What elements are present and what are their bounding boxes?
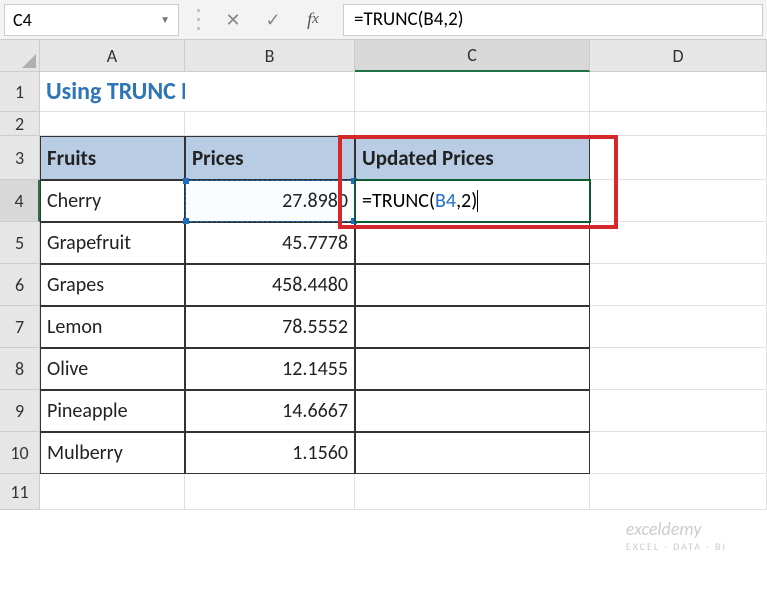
enter-icon[interactable]: ✓ <box>253 9 293 31</box>
cell-c4-active[interactable]: =TRUNC(B4,2) <box>355 180 590 222</box>
cell-c10[interactable] <box>355 432 590 474</box>
cell-d7[interactable] <box>590 306 767 348</box>
cell-d8[interactable] <box>590 348 767 390</box>
row-header-5[interactable]: 5 <box>0 222 40 264</box>
chevron-down-icon[interactable]: ▼ <box>160 13 170 26</box>
cell-a2[interactable] <box>40 112 185 136</box>
row-header-10[interactable]: 10 <box>0 432 40 474</box>
name-box[interactable]: C4 ▼ <box>4 4 179 36</box>
cell-d2[interactable] <box>590 112 767 136</box>
separator-dots-icon <box>197 6 203 34</box>
row-header-6[interactable]: 6 <box>0 264 40 306</box>
cell-d4[interactable] <box>590 180 767 222</box>
watermark: exceldemy EXCEL · DATA · BI <box>626 518 727 553</box>
cell-d5[interactable] <box>590 222 767 264</box>
cell-d11[interactable] <box>590 474 767 510</box>
header-fruits[interactable]: Fruits <box>40 136 185 180</box>
cell-price-5[interactable]: 14.6667 <box>185 390 355 432</box>
row-header-11[interactable]: 11 <box>0 474 40 510</box>
cell-price-6[interactable]: 1.1560 <box>185 432 355 474</box>
col-header-d[interactable]: D <box>590 40 767 72</box>
cell-c5[interactable] <box>355 222 590 264</box>
cell-d10[interactable] <box>590 432 767 474</box>
select-all-corner[interactable] <box>0 40 40 72</box>
cell-fruit-0[interactable]: Cherry <box>40 180 185 222</box>
cancel-icon[interactable]: ✕ <box>213 9 253 31</box>
cell-price-0-referenced[interactable]: 27.8980 <box>185 180 355 222</box>
cell-d3[interactable] <box>590 136 767 180</box>
cell-price-2[interactable]: 458.4480 <box>185 264 355 306</box>
cell-fruit-3[interactable]: Lemon <box>40 306 185 348</box>
cell-b11[interactable] <box>185 474 355 510</box>
row-header-3[interactable]: 3 <box>0 136 40 180</box>
cell-fruit-6[interactable]: Mulberry <box>40 432 185 474</box>
cell-d6[interactable] <box>590 264 767 306</box>
row-header-4[interactable]: 4 <box>0 180 40 222</box>
formula-text: =TRUNC(B4,2) <box>354 8 463 31</box>
fx-icon[interactable]: fx <box>293 9 333 30</box>
col-header-a[interactable]: A <box>40 40 185 72</box>
cell-fruit-2[interactable]: Grapes <box>40 264 185 306</box>
cell-d1[interactable] <box>590 72 767 112</box>
cell-fruit-5[interactable]: Pineapple <box>40 390 185 432</box>
row-header-7[interactable]: 7 <box>0 306 40 348</box>
cell-a11[interactable] <box>40 474 185 510</box>
cell-price-4[interactable]: 12.1455 <box>185 348 355 390</box>
row-header-8[interactable]: 8 <box>0 348 40 390</box>
cell-b2[interactable] <box>185 112 355 136</box>
cell-c2[interactable] <box>355 112 590 136</box>
row-header-1[interactable]: 1 <box>0 72 40 112</box>
text-cursor-icon <box>477 190 478 212</box>
cell-c11[interactable] <box>355 474 590 510</box>
cell-b1[interactable] <box>185 72 355 112</box>
title-cell[interactable]: Using TRUNC Function <box>40 72 185 112</box>
row-header-2[interactable]: 2 <box>0 112 40 136</box>
cell-fruit-4[interactable]: Olive <box>40 348 185 390</box>
cell-fruit-1[interactable]: Grapefruit <box>40 222 185 264</box>
cell-d9[interactable] <box>590 390 767 432</box>
formula-bar: C4 ▼ ✕ ✓ fx =TRUNC(B4,2) <box>0 0 767 40</box>
row-header-9[interactable]: 9 <box>0 390 40 432</box>
cell-c1[interactable] <box>355 72 590 112</box>
cell-c6[interactable] <box>355 264 590 306</box>
spreadsheet-grid: A B C D 1 Using TRUNC Function 2 3 Fruit… <box>0 40 767 510</box>
cell-c9[interactable] <box>355 390 590 432</box>
header-updated[interactable]: Updated Prices <box>355 136 590 180</box>
cell-c7[interactable] <box>355 306 590 348</box>
name-box-value: C4 <box>13 9 32 31</box>
col-header-b[interactable]: B <box>185 40 355 72</box>
header-prices[interactable]: Prices <box>185 136 355 180</box>
cell-c8[interactable] <box>355 348 590 390</box>
col-header-c[interactable]: C <box>355 40 590 72</box>
cell-price-3[interactable]: 78.5552 <box>185 306 355 348</box>
cell-price-1[interactable]: 45.7778 <box>185 222 355 264</box>
formula-input[interactable]: =TRUNC(B4,2) <box>343 4 763 36</box>
